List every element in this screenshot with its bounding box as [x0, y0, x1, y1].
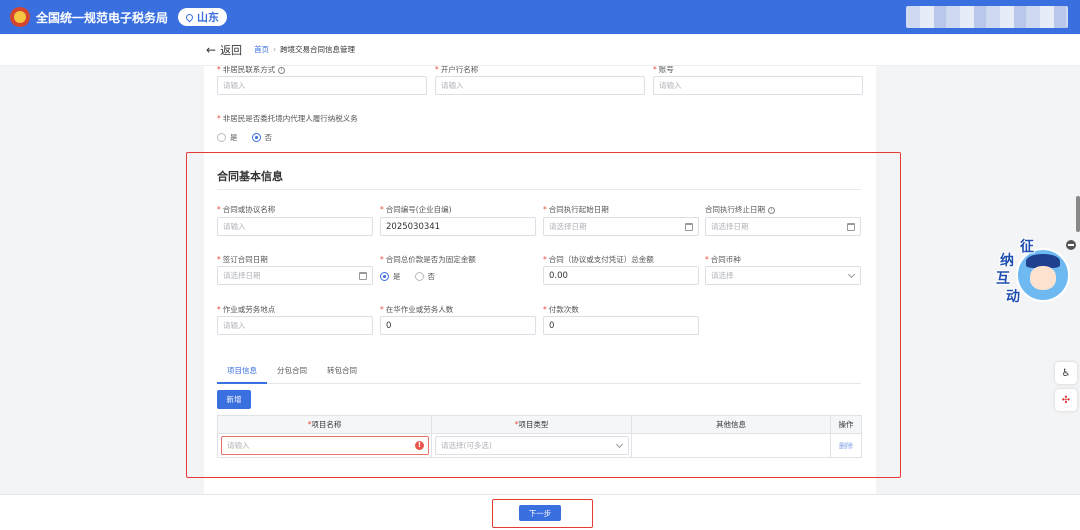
back-arrow-icon[interactable]: ←	[206, 43, 216, 57]
user-info-blurred[interactable]	[906, 6, 1068, 28]
region-selector[interactable]: 山东	[178, 8, 228, 26]
footer-bar: 下一步	[0, 494, 1080, 530]
contact-label: * 非居民联系方式 i	[217, 66, 286, 75]
agent-question-label: * 非居民是否委托境内代理人履行纳税义务	[217, 114, 358, 123]
mascot-char: 纳	[1000, 253, 1014, 269]
accessibility-icon[interactable]: ♿	[1055, 362, 1077, 384]
app-title: 全国统一规范电子税务局	[36, 10, 169, 25]
bank-label: * 开户行名称	[435, 66, 479, 74]
mascot-assistant[interactable]: 征 纳 互 动	[986, 236, 1076, 308]
agent-radio-group: 是 否	[217, 132, 286, 143]
back-button[interactable]: 返回	[220, 42, 242, 58]
location-pin-icon	[184, 12, 195, 22]
agent-yes-radio[interactable]	[217, 133, 226, 142]
scrollbar-thumb[interactable]	[1076, 196, 1080, 232]
info-icon: i	[278, 66, 286, 74]
top-bar: 全国统一规范电子税务局 山东	[0, 0, 1080, 34]
mascot-close-icon[interactable]	[1066, 240, 1076, 250]
agent-no-radio[interactable]	[251, 133, 261, 142]
breadcrumb-current: 跨境交易合同信息管理	[280, 45, 356, 54]
tax-emblem-icon	[10, 7, 30, 27]
mascot-face-icon	[1030, 266, 1056, 290]
contact-input[interactable]: 请输入	[217, 76, 427, 95]
account-label: * 账号	[653, 66, 674, 74]
bank-input[interactable]: 请输入	[435, 76, 645, 95]
highlight-box-contract	[186, 152, 901, 478]
grid-app-icon[interactable]: ✣	[1055, 389, 1077, 411]
nav-bar: ← 返回 首页 › 跨境交易合同信息管理	[0, 34, 1080, 66]
next-step-button[interactable]: 下一步	[519, 505, 561, 521]
region-label: 山东	[197, 11, 220, 24]
mascot-char: 互	[996, 271, 1010, 287]
account-input[interactable]: 请输入	[653, 76, 863, 95]
breadcrumb-separator: ›	[273, 45, 277, 54]
mascot-char: 征	[1020, 239, 1034, 255]
breadcrumb-home[interactable]: 首页	[254, 44, 269, 55]
mascot-char: 动	[1006, 289, 1020, 305]
